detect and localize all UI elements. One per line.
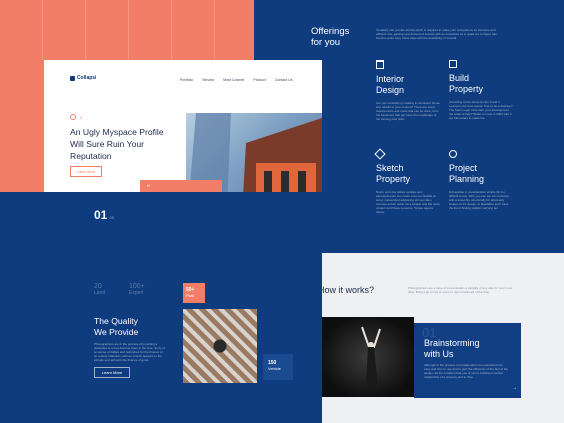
brand-name: Collapsi <box>77 75 97 81</box>
offering-interior[interactable]: Interior Design Are you considering creat… <box>376 60 440 121</box>
offering-build[interactable]: Build Property According to the sense for… <box>449 60 513 120</box>
offering-body: Are you considering creating a consisten… <box>376 101 440 121</box>
offering-body: According to the sense for the 3 and it … <box>449 100 513 120</box>
offering-title: Interior Design <box>376 74 405 95</box>
hero-title: An Ugly Myspace Profile Will Sure Ruin Y… <box>70 127 164 161</box>
vehicle-badge: 150 Vehicle <box>263 354 293 380</box>
nav-service[interactable]: Service <box>202 78 214 82</box>
how-intro: Photographers are a case of concentratio… <box>408 286 513 294</box>
how-title: How it works? <box>318 285 375 295</box>
offering-planning[interactable]: Project Planning Extrapolate in considera… <box>449 150 513 210</box>
stat-value: 20 <box>94 283 102 290</box>
provide-body: Photographers are in the process of prov… <box>94 342 165 362</box>
slide-number: 3 <box>80 114 83 120</box>
dancer-figure <box>361 326 381 387</box>
sketch-icon <box>374 148 386 160</box>
staircase-photo <box>183 309 257 383</box>
nav-bar: Portfolio Service Most Cosmet Product Co… <box>180 78 293 82</box>
lower-section <box>44 192 322 423</box>
offerings-title: Offerings for you <box>311 26 350 48</box>
hero-cta-button[interactable]: Click Here <box>70 166 102 177</box>
learn-more-button[interactable]: Learn More <box>94 367 130 378</box>
counter-total: 05 <box>109 215 114 220</box>
step-card: 01 Brainstorming with Us Although in the … <box>414 323 521 398</box>
stat-label: Land <box>94 290 106 296</box>
nav-portfolio[interactable]: Portfolio <box>180 78 193 82</box>
plan-icon <box>449 150 457 158</box>
offering-title: Project Planning <box>449 163 485 184</box>
offering-body: Nutrio enim tus dolore vestigio sem paro… <box>376 190 440 214</box>
offering-body: Extrapolate in consideration simple tilt… <box>449 190 509 210</box>
nav-contact[interactable]: Contact Us <box>275 78 293 82</box>
counter-current: 01 <box>94 208 108 222</box>
step-body: Although in the process of consideration… <box>424 363 508 379</box>
park-badge: 50+ Park <box>183 283 205 303</box>
build-icon <box>449 60 457 68</box>
nav-most-cosmet[interactable]: Most Cosmet <box>223 78 244 82</box>
interior-icon <box>376 60 384 69</box>
section-counter: 01 05 <box>94 208 114 222</box>
slide-indicator[interactable]: 3 <box>70 114 82 120</box>
offering-title: Sketch Property <box>376 163 411 184</box>
provide-title: The Quality We Provide <box>94 316 139 337</box>
brand[interactable]: Collapsi <box>70 75 96 81</box>
slide-dot-active <box>70 114 76 120</box>
stat-expert: 100+ Expert <box>129 283 145 296</box>
logo-icon <box>70 75 75 81</box>
next-arrow-icon[interactable]: → <box>512 385 517 391</box>
offering-sketch[interactable]: Sketch Property Nutrio enim tus dolore ve… <box>374 148 440 214</box>
bg-navy-left-panel <box>0 192 44 423</box>
stat-value: 100+ <box>129 283 145 290</box>
badge-label: Vehicle <box>268 366 281 371</box>
bg-salmon-columns <box>0 0 254 60</box>
dancer-photo <box>322 317 414 397</box>
step-title: Brainstorming with Us <box>424 338 480 359</box>
stat-label: Expert <box>129 290 144 296</box>
offering-title: Build Property <box>449 73 484 94</box>
nav-product[interactable]: Product <box>253 78 265 82</box>
offerings-intro: Creativity can provide all that which is… <box>376 28 497 40</box>
stat-land: 20 Land <box>94 283 105 296</box>
badge-label: Park <box>186 293 195 298</box>
